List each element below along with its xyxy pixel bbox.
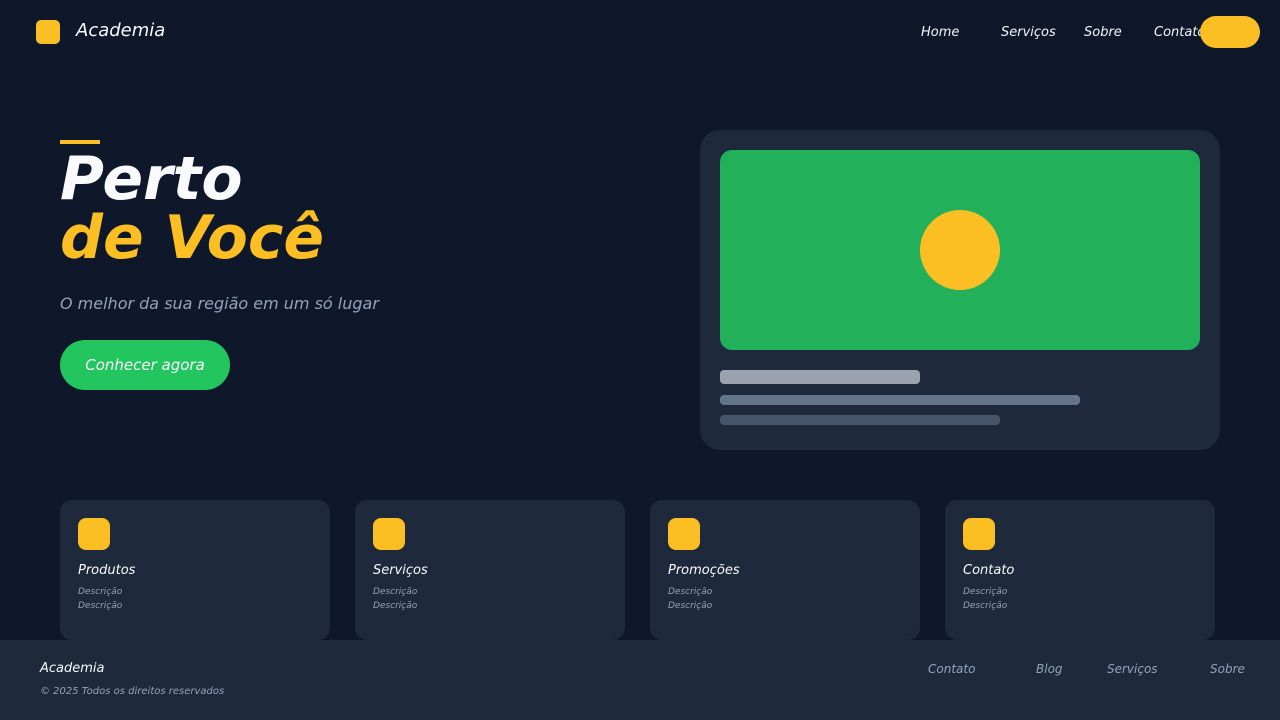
footer-link-sobre[interactable]: Sobre: [1210, 662, 1245, 676]
hero-title-line2: de Você: [60, 203, 325, 273]
card-description: Descrição: [668, 601, 713, 611]
card-icon: [963, 518, 995, 550]
skeleton-line: [720, 415, 1000, 425]
brand-name[interactable]: Academia: [76, 20, 165, 41]
card-icon: [78, 518, 110, 550]
card-title: Produtos: [78, 563, 136, 578]
card-description: Descrição: [373, 587, 418, 597]
card-icon: [373, 518, 405, 550]
image-placeholder: [720, 150, 1200, 350]
skeleton-line-title: [720, 370, 920, 384]
hero-subtitle: O melhor da sua região em um só lugar: [60, 294, 379, 313]
nav-action-button[interactable]: [1200, 16, 1260, 48]
nav-link-sobre[interactable]: Sobre: [1084, 25, 1122, 40]
circle-graphic: [920, 210, 1000, 290]
card-description: Descrição: [373, 601, 418, 611]
footer-brand: Academia: [40, 661, 105, 676]
card-title: Serviços: [373, 563, 428, 578]
skeleton-line: [720, 395, 1080, 405]
card-description: Descrição: [963, 587, 1008, 597]
card-title: Contato: [963, 563, 1015, 578]
cta-button[interactable]: Conhecer agora: [60, 340, 230, 390]
footer-link-servicos[interactable]: Serviços: [1107, 662, 1158, 676]
nav-link-home[interactable]: Home: [921, 25, 959, 40]
nav-link-servicos[interactable]: Serviços: [1001, 25, 1056, 40]
card-description: Descrição: [668, 587, 713, 597]
top-nav: Academia Home Serviços Sobre Contato: [0, 0, 1280, 64]
card-icon: [668, 518, 700, 550]
card-produtos[interactable]: Produtos Descrição Descrição: [60, 500, 330, 640]
card-description: Descrição: [78, 601, 123, 611]
nav-link-contato[interactable]: Contato: [1154, 25, 1205, 40]
card-title: Promoções: [668, 563, 740, 578]
logo-icon[interactable]: [36, 20, 60, 44]
footer-link-contato[interactable]: Contato: [928, 662, 975, 676]
card-promocoes[interactable]: Promoções Descrição Descrição: [650, 500, 920, 640]
card-description: Descrição: [963, 601, 1008, 611]
media-card: [700, 130, 1220, 450]
footer-link-blog[interactable]: Blog: [1036, 662, 1063, 676]
card-contato[interactable]: Contato Descrição Descrição: [945, 500, 1215, 640]
card-servicos[interactable]: Serviços Descrição Descrição: [355, 500, 625, 640]
footer: Academia © 2025 Todos os direitos reserv…: [0, 640, 1280, 720]
footer-copyright: © 2025 Todos os direitos reservados: [40, 686, 225, 697]
card-description: Descrição: [78, 587, 123, 597]
